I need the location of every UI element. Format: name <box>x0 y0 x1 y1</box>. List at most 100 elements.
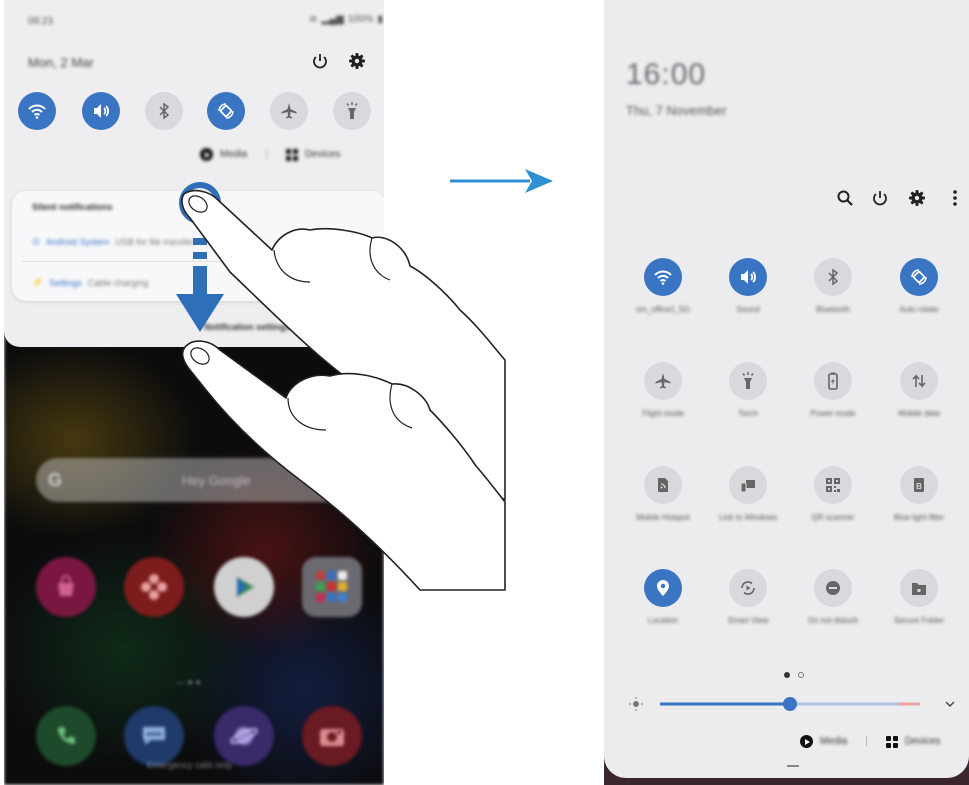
qr-toggle[interactable] <box>814 466 852 504</box>
blue-light-icon: B <box>914 478 924 492</box>
emergency-calls-caption: Emergency calls only <box>147 760 233 770</box>
blue-light-toggle[interactable]: B <box>900 466 938 504</box>
quick-tile-torch[interactable]: Torch <box>703 362 793 419</box>
bluetooth-icon <box>159 102 170 120</box>
airplane-icon <box>281 103 297 119</box>
hotspot-toggle[interactable] <box>644 466 682 504</box>
media-play-icon <box>200 148 213 161</box>
notification-app-name: Android System <box>45 236 110 247</box>
notification-settings-charging[interactable]: ⚡ Settings Cable charging <box>32 277 148 288</box>
smart-view-icon <box>741 581 755 595</box>
quick-tile-auto-rotate[interactable]: Auto rotate <box>874 258 964 315</box>
tile-label: Bluetooth <box>816 305 850 314</box>
media-button[interactable]: Media <box>820 736 847 747</box>
hotspot-icon <box>658 478 668 492</box>
tile-label: Auto rotate <box>899 305 939 314</box>
notification-text: Cable charging <box>87 277 149 288</box>
search-icon[interactable] <box>834 187 856 209</box>
google-g-icon: G <box>48 469 63 490</box>
torch-toggle[interactable] <box>729 362 767 400</box>
expanded-quick-panel: 16:00 Thu, 7 November sm_office1_5G Sound… <box>604 0 969 778</box>
speaker-icon <box>94 104 109 118</box>
transition-arrow-icon <box>450 169 553 193</box>
quick-tile-wifi[interactable]: sm_office1_5G <box>618 258 708 315</box>
charging-bolt-icon: ⚡ <box>32 277 44 287</box>
status-icons: ≋ ▂▄▆ 100% ▮ <box>309 14 383 25</box>
internet-app-icon[interactable] <box>214 706 274 766</box>
tile-label: Mobile Hotspot <box>636 513 690 522</box>
devices-button[interactable]: Devices <box>905 736 941 747</box>
camera-app-icon[interactable] <box>302 706 362 766</box>
quick-tile-link-to-windows[interactable]: Link to Windows <box>703 466 793 523</box>
wifi-signal-icon: ≋ <box>309 14 318 25</box>
power-icon[interactable] <box>869 187 891 209</box>
quick-tile-secure-folder[interactable]: Secure Folder <box>874 569 964 626</box>
home-page-indicator: — ● ● <box>176 677 201 687</box>
auto-rotate-toggle[interactable] <box>207 92 245 130</box>
quick-tile-do-not-disturb[interactable]: Do not disturb <box>788 569 878 626</box>
page-indicator-active <box>784 672 790 678</box>
pointing-hands-illustration <box>181 189 506 591</box>
phone-app-icon[interactable] <box>36 706 96 766</box>
quick-tile-qr[interactable]: QR scanner <box>788 466 878 523</box>
quick-tile-blue-light[interactable]: B Blue light filter <box>874 466 964 523</box>
quick-tile-mobile-data[interactable]: Mobile data <box>874 362 964 419</box>
expand-chevron-down-icon[interactable] <box>945 701 955 707</box>
auto-rotate-toggle[interactable] <box>900 258 938 296</box>
wifi-icon <box>28 104 46 119</box>
location-toggle[interactable] <box>644 569 682 607</box>
tile-label: Link to Windows <box>718 513 778 522</box>
quick-tile-hotspot[interactable]: Mobile Hotspot <box>618 466 708 523</box>
sound-toggle[interactable] <box>729 258 767 296</box>
tile-label: Location <box>647 616 679 625</box>
quick-tile-bluetooth[interactable]: Bluetooth <box>788 258 878 315</box>
bluetooth-icon <box>828 268 839 286</box>
right-phone-screen: 16:00 Thu, 7 November sm_office1_5G Sound… <box>604 0 969 785</box>
bluetooth-toggle[interactable] <box>145 92 183 130</box>
media-button[interactable]: Media <box>220 149 247 160</box>
galaxy-store-icon[interactable] <box>36 557 96 617</box>
tile-label: Mobile data <box>898 409 940 418</box>
quick-tile-airplane[interactable]: Flight mode <box>618 362 708 419</box>
status-time: 09:23 <box>28 16 54 27</box>
do-not-disturb-toggle[interactable] <box>814 569 852 607</box>
tile-label: Torch <box>738 409 758 418</box>
tile-label: Secure Folder <box>893 616 945 625</box>
power-icon[interactable] <box>309 50 331 72</box>
settings-gear-icon[interactable] <box>906 187 928 209</box>
battery-toggle[interactable] <box>814 362 852 400</box>
link-to-windows-icon <box>740 480 755 493</box>
messages-app-icon[interactable] <box>124 706 184 766</box>
torch-icon <box>742 372 754 389</box>
brightness-thumb[interactable] <box>783 697 797 711</box>
secure-folder-toggle[interactable] <box>900 569 938 607</box>
panel-date: Thu, 7 November <box>626 103 727 118</box>
devices-icon <box>285 148 298 161</box>
airplane-toggle[interactable] <box>644 362 682 400</box>
devices-button[interactable]: Devices <box>305 149 341 160</box>
auto-rotate-icon <box>218 103 234 119</box>
silent-notifications-heading: Silent notifications <box>32 202 113 212</box>
location-icon <box>657 580 669 596</box>
torch-toggle[interactable] <box>333 92 371 130</box>
brightness-slider[interactable] <box>628 688 958 718</box>
mobile-data-toggle[interactable] <box>900 362 938 400</box>
smart-view-toggle[interactable] <box>729 569 767 607</box>
wifi-toggle[interactable] <box>644 258 682 296</box>
quick-tile-smart-view[interactable]: Smart View <box>703 569 793 626</box>
page-indicator-inactive <box>798 672 804 678</box>
flight-mode-toggle[interactable] <box>270 92 308 130</box>
tile-label: Power mode <box>810 409 856 418</box>
quick-tile-battery[interactable]: Power mode <box>788 362 878 419</box>
tile-label: Sound <box>736 305 760 314</box>
link-to-windows-toggle[interactable] <box>729 466 767 504</box>
quick-tile-location[interactable]: Location <box>618 569 708 626</box>
more-options-icon[interactable] <box>944 187 966 209</box>
quick-tile-sound[interactable]: Sound <box>703 258 793 315</box>
panel-handle[interactable] <box>787 765 799 767</box>
settings-gear-icon[interactable] <box>346 50 368 72</box>
bluetooth-toggle[interactable] <box>814 258 852 296</box>
wifi-toggle[interactable] <box>18 92 56 130</box>
sound-toggle[interactable] <box>82 92 120 130</box>
svg-text:B: B <box>916 482 922 491</box>
